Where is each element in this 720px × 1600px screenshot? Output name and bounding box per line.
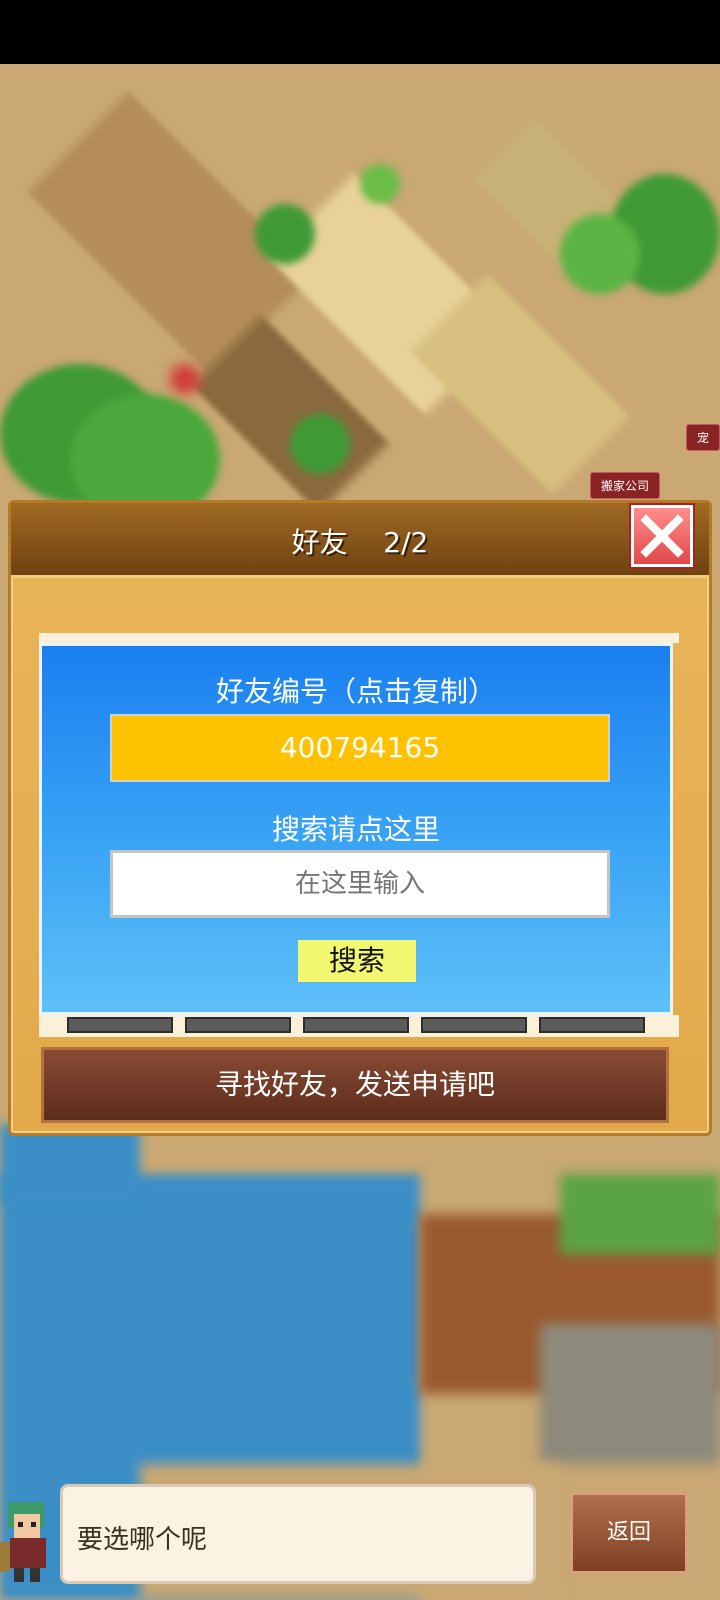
friend-code-card: 好友编号（点击复制） 400794165 搜索请点这里 搜索: [39, 643, 673, 1015]
panel-page-indicator: 2/2: [383, 526, 429, 559]
search-input[interactable]: [110, 850, 610, 918]
advisor-avatar: [0, 1480, 60, 1590]
tree: [255, 204, 315, 264]
map-tag-moving-company[interactable]: 搬家公司: [590, 472, 661, 499]
friend-slot[interactable]: [67, 1017, 173, 1033]
panel-title: 好友 2/2: [11, 521, 709, 561]
tree: [290, 414, 350, 474]
friend-code-label: 好友编号（点击复制）: [215, 675, 496, 708]
status-bar: [0, 0, 720, 64]
tree: [360, 164, 400, 204]
friend-slot[interactable]: [303, 1017, 409, 1033]
panel-title-text: 好友: [291, 526, 348, 559]
friend-slot-row-bottom: [39, 1015, 679, 1037]
building: [540, 1324, 720, 1464]
close-button[interactable]: [631, 505, 693, 567]
search-label: 搜索请点这里: [271, 813, 440, 846]
dialog-bubble: 要选哪个呢: [60, 1484, 536, 1584]
map-tag-pet[interactable]: 宠: [686, 424, 720, 451]
tree: [560, 214, 640, 294]
find-friends-banner[interactable]: 寻找好友，发送申请吧: [41, 1047, 669, 1123]
back-button[interactable]: 返回: [570, 1492, 688, 1574]
flower: [170, 364, 200, 394]
friend-slot[interactable]: [539, 1017, 645, 1033]
search-button[interactable]: 搜索: [298, 940, 416, 982]
panel-header: 好友 2/2: [11, 503, 709, 578]
friend-panel: 好友 2/2 好友编号（点击复制） 400794165 搜索请点这里 搜索 寻找…: [8, 500, 712, 1136]
water: [0, 1124, 140, 1204]
grass: [560, 1174, 720, 1254]
friend-slot-row-top: [39, 633, 679, 643]
friend-code-value[interactable]: 400794165: [110, 714, 610, 782]
friend-slot[interactable]: [421, 1017, 527, 1033]
friend-slot[interactable]: [185, 1017, 291, 1033]
dialog-text: 要选哪个呢: [77, 1525, 208, 1555]
close-icon: [640, 514, 684, 558]
